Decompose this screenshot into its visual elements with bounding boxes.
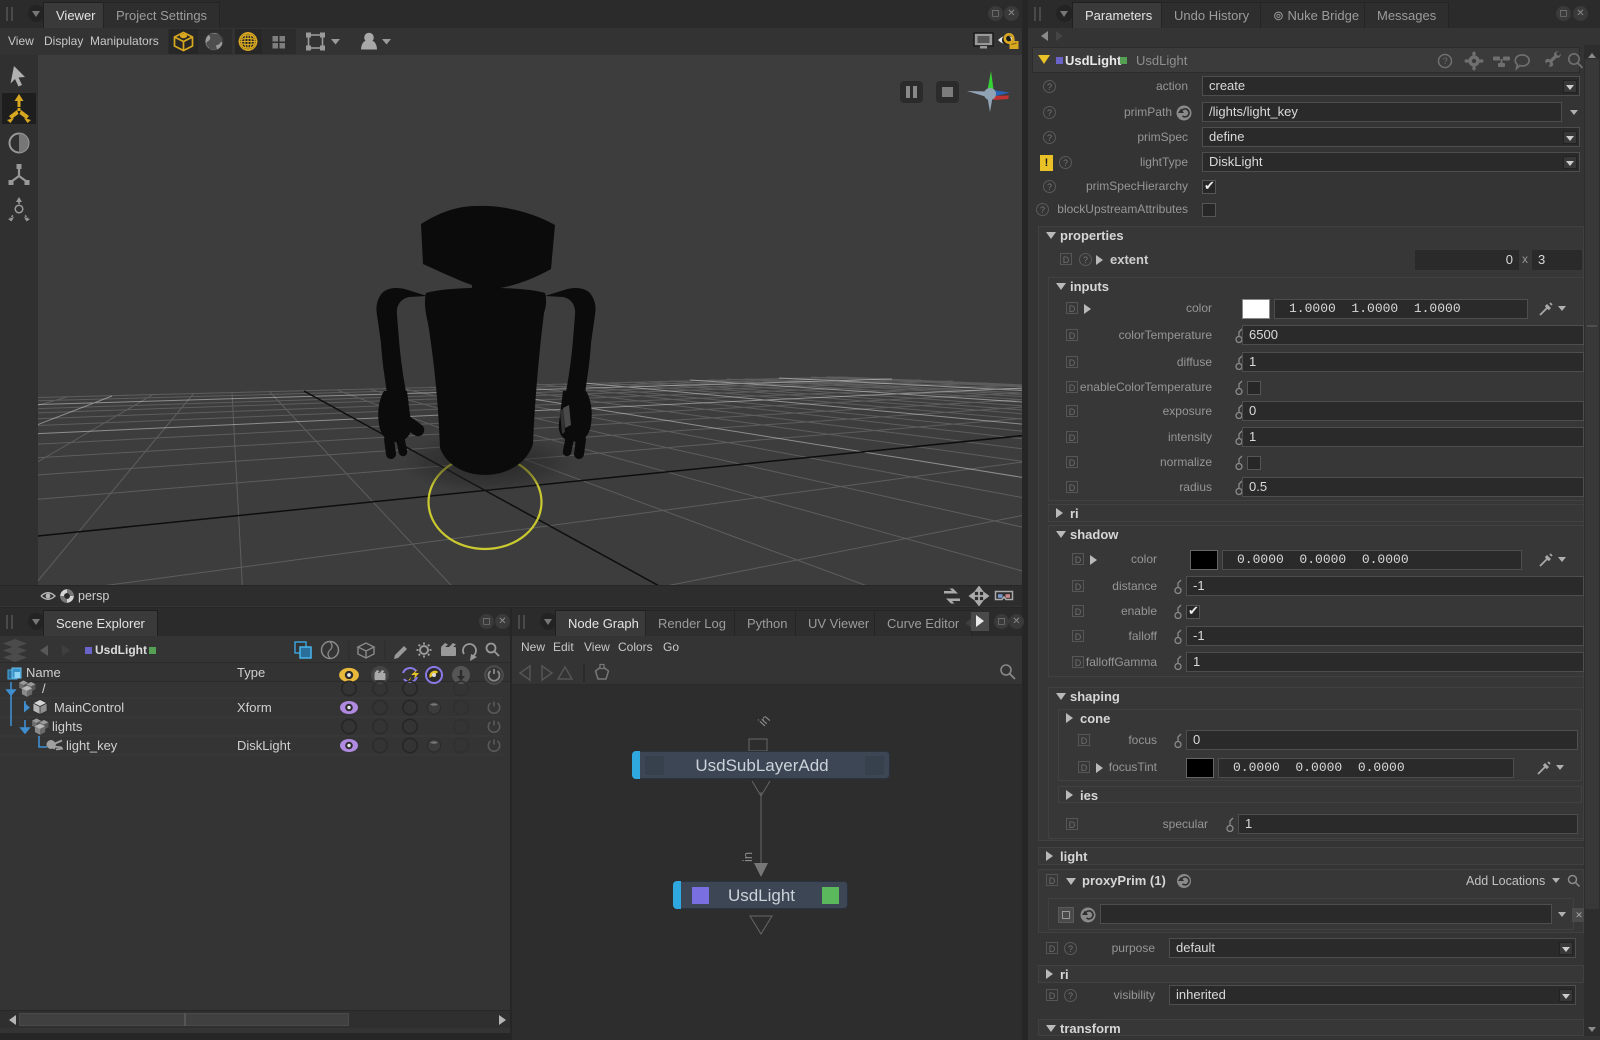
svg-text:in: in — [740, 852, 755, 862]
svg-text:?: ? — [1443, 56, 1448, 66]
svg-text:in: in — [755, 711, 773, 729]
